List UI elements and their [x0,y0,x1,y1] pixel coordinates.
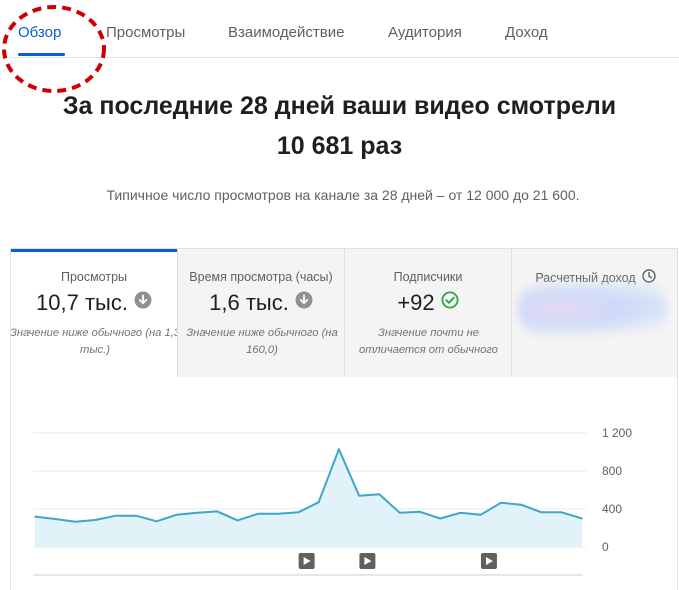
metric-value: 1,6 тыс. [178,290,344,317]
data-point[interactable] [540,511,543,514]
check-circle-icon [441,289,459,315]
data-point[interactable] [560,511,563,514]
data-point[interactable] [338,448,340,450]
tab-revenue[interactable]: Доход [505,24,548,41]
y-tick-label: 400 [602,502,622,516]
video-marker-icon[interactable] [359,553,376,569]
data-point[interactable] [439,517,441,520]
data-point[interactable] [135,514,138,517]
metric-value-text: 10,7 тыс. [36,290,128,315]
data-point[interactable] [94,519,97,521]
y-tick-label: 800 [602,464,622,478]
data-point[interactable] [581,517,583,520]
metric-value: +92 [345,290,511,317]
page-title: За последние 28 дней ваши видео смотрели [62,92,617,120]
metrics-card: Просмотры 10,7 тыс. Значение ниже обычно… [10,248,678,590]
metric-value-text: +92 [397,290,435,315]
metric-note: Значение ниже обычного (на 1,3 тыс.) [11,327,177,356]
data-point[interactable] [398,512,401,514]
data-point[interactable] [115,514,117,517]
data-point[interactable] [216,510,219,513]
data-point[interactable] [419,511,421,513]
data-point[interactable] [378,493,381,496]
tab-views[interactable]: Просмотры [106,24,185,41]
total-views-heading: 10 681 раз [276,132,403,160]
highlight-circle-annotation [2,5,106,93]
below-arrow-icon [134,289,152,315]
video-marker-icon[interactable] [298,553,315,569]
metric-label: Время просмотра (часы) [189,270,333,284]
metric-label: Подписчики [393,270,463,284]
views-chart: 1 200 800 400 0 [33,426,632,576]
below-arrow-icon [295,289,313,315]
metric-note: Значение ниже обычного (на 160,0) [186,327,338,356]
data-point[interactable] [74,521,77,523]
data-point[interactable] [317,501,320,504]
metric-label: Просмотры [60,270,128,284]
metric-subscribers[interactable]: Подписчики +92 Значение почти не отличае… [344,249,511,377]
data-point[interactable] [520,503,523,506]
data-point[interactable] [236,519,239,522]
data-point[interactable] [155,520,158,523]
data-point[interactable] [277,512,279,515]
metric-views[interactable]: Просмотры 10,7 тыс. Значение ниже обычно… [11,249,177,377]
video-marker-icon[interactable] [480,553,497,569]
y-tick-label: 1 200 [602,426,632,440]
data-point[interactable] [297,511,300,514]
metric-value-text: 1,6 тыс. [209,290,289,315]
data-point[interactable] [176,513,178,516]
data-point[interactable] [459,512,462,514]
metric-estimated-revenue[interactable]: Расчетный доход [511,249,677,377]
data-point[interactable] [34,515,36,518]
views-area [35,449,582,547]
data-point[interactable] [479,513,482,516]
data-point[interactable] [500,502,502,504]
tab-engagement[interactable]: Взаимодействие [228,24,344,41]
tab-audience[interactable]: Аудитория [388,24,462,41]
typical-views-note: Типичное число просмотров на канале за 2… [106,187,580,203]
data-point[interactable] [257,512,259,515]
y-tick-label: 0 [602,540,609,554]
obscured-revenue-value [518,279,668,339]
y-axis-ticks: 1 200 800 400 0 [602,426,632,554]
metric-watch-time[interactable]: Время просмотра (часы) 1,6 тыс. Значение… [177,249,344,377]
data-point[interactable] [358,494,360,497]
metric-value: 10,7 тыс. [11,290,177,317]
metric-note: Значение почти не отличается от обычного [359,327,498,356]
data-point[interactable] [54,518,57,520]
data-point[interactable] [196,512,198,514]
video-markers [298,553,497,569]
